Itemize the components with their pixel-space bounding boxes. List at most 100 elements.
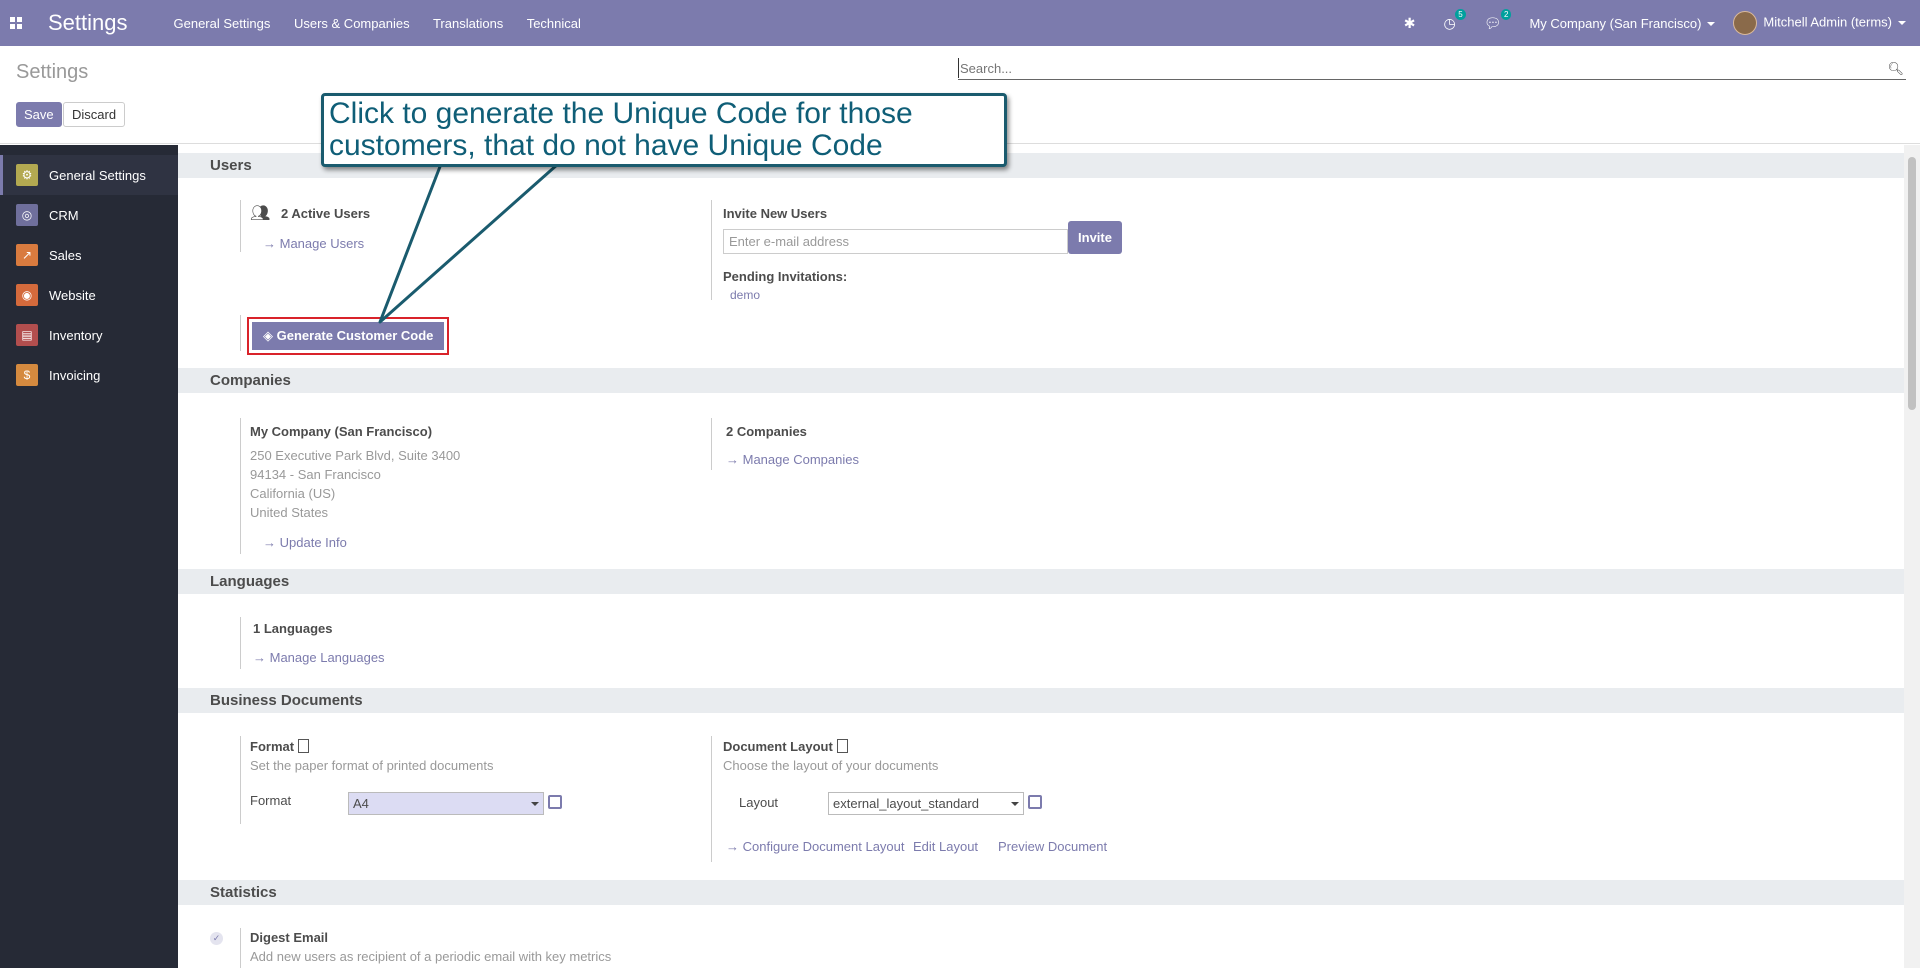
sidebar-item-inventory[interactable]: ▤ Inventory xyxy=(0,315,178,355)
pending-user-link[interactable]: demo xyxy=(730,288,760,302)
digest-box xyxy=(240,928,241,968)
invoice-icon: $ xyxy=(16,364,38,386)
messages-badge: 2 xyxy=(1501,8,1512,20)
callout-text-line: Click to generate the Unique Code for th… xyxy=(329,97,913,130)
company-name: My Company (San Francisco) xyxy=(250,424,433,439)
top-navbar: Settings General Settings Users & Compan… xyxy=(0,0,1920,46)
pending-invitations-title: Pending Invitations: xyxy=(723,269,848,284)
activity-badge: 5 xyxy=(1455,8,1466,20)
company-switcher[interactable]: My Company (San Francisco) xyxy=(1529,16,1716,31)
generate-customer-code-button[interactable]: ◈ Generate Customer Code xyxy=(252,322,445,350)
building-icon xyxy=(298,739,310,753)
company-box xyxy=(240,418,241,554)
app-title: Settings xyxy=(48,10,128,35)
avatar xyxy=(1733,11,1758,35)
format-title: Format xyxy=(250,739,310,754)
search-icon[interactable]: 🔍︎ xyxy=(1887,61,1904,77)
building-icon xyxy=(836,739,848,753)
users-icon: 👥︎ xyxy=(250,205,271,222)
languages-box xyxy=(240,617,241,669)
sidebar-item-sales[interactable]: ↗ Sales xyxy=(0,235,178,275)
layout-label: Layout xyxy=(739,795,779,810)
menu-users-companies[interactable]: Users & Companies xyxy=(294,16,410,31)
breadcrumb: Settings xyxy=(16,61,89,83)
discard-button[interactable]: Discard xyxy=(63,102,126,127)
languages-count: 1 Languages xyxy=(253,621,333,636)
save-button[interactable]: Save xyxy=(16,102,62,127)
top-menu: General Settings Users & Companies Trans… xyxy=(174,16,601,31)
section-business-documents-title: Business Documents xyxy=(178,688,1904,713)
arrow-right-icon: → xyxy=(263,535,276,550)
company-address-line: California (US) xyxy=(250,486,336,501)
company-address-line: United States xyxy=(250,505,329,520)
chart-icon: ↗ xyxy=(16,244,38,266)
format-box xyxy=(240,736,241,824)
manage-companies-link[interactable]: → Manage Companies xyxy=(726,452,859,467)
arrow-right-icon: → xyxy=(263,236,276,251)
manage-languages-link[interactable]: → Manage Languages xyxy=(253,650,385,665)
manage-users-link[interactable]: → Manage Users xyxy=(263,236,364,251)
companies-count: 2 Companies xyxy=(726,424,807,439)
settings-sidebar: ⚙ General Settings ◎ CRM ↗ Sales ◉ Websi… xyxy=(0,145,178,968)
apps-menu-icon[interactable] xyxy=(0,0,32,46)
layout-box xyxy=(711,736,712,862)
search-bar: 🔍︎ xyxy=(958,58,1906,80)
section-statistics-title: Statistics xyxy=(178,880,1904,905)
format-label: Format xyxy=(250,793,292,808)
external-link-icon[interactable] xyxy=(1028,795,1042,809)
chevron-down-icon xyxy=(1898,21,1906,25)
bug-icon[interactable]: ✱ xyxy=(1404,15,1416,32)
format-description: Set the paper format of printed document… xyxy=(250,758,494,773)
configure-document-layout-link[interactable]: → Configure Document Layout xyxy=(726,839,905,854)
callout-annotation: Click to generate the Unique Code for th… xyxy=(321,93,1007,167)
digest-title: Digest Email xyxy=(250,930,329,945)
digest-description: Add new users as recipient of a periodic… xyxy=(250,949,612,964)
globe-icon: ◉ xyxy=(16,284,38,306)
menu-translations[interactable]: Translations xyxy=(433,16,503,31)
sidebar-item-crm[interactable]: ◎ CRM xyxy=(0,195,178,235)
invite-button[interactable]: Invite xyxy=(1068,221,1122,254)
messages-icon[interactable]: 💬︎ 2 xyxy=(1484,8,1512,32)
chevron-down-icon xyxy=(531,802,539,806)
format-select[interactable]: A4 xyxy=(348,792,544,815)
cube-icon: ◈ xyxy=(263,328,273,343)
gear-icon: ⚙ xyxy=(16,164,38,186)
preview-document-link[interactable]: Preview Document xyxy=(998,839,1107,854)
edit-layout-link[interactable]: Edit Layout xyxy=(913,839,978,854)
invite-box xyxy=(711,200,712,300)
menu-technical[interactable]: Technical xyxy=(527,16,581,31)
companies-count-box xyxy=(711,418,712,470)
scrollbar[interactable] xyxy=(1904,145,1920,968)
invite-email-field[interactable]: Enter e-mail address xyxy=(723,229,1068,254)
invite-title: Invite New Users xyxy=(723,206,828,221)
callout-text-line: customers, that do not have Unique Code xyxy=(329,129,883,162)
section-companies-title: Companies xyxy=(178,368,1904,393)
chevron-down-icon xyxy=(1707,22,1716,27)
chevron-down-icon xyxy=(1011,802,1019,806)
layout-select[interactable]: external_layout_standard xyxy=(828,792,1024,815)
sidebar-item-website[interactable]: ◉ Website xyxy=(0,275,178,315)
handshake-icon: ◎ xyxy=(16,204,38,226)
company-address-line: 250 Executive Park Blvd, Suite 3400 xyxy=(250,448,461,463)
external-link-icon[interactable] xyxy=(548,795,562,809)
scrollbar-thumb[interactable] xyxy=(1908,157,1916,410)
layout-title: Document Layout xyxy=(723,739,848,754)
search-input[interactable] xyxy=(958,58,1858,78)
arrow-right-icon: → xyxy=(726,452,739,467)
active-users-count: 2 Active Users xyxy=(281,206,371,221)
sidebar-item-general-settings[interactable]: ⚙ General Settings xyxy=(0,155,178,195)
section-languages-title: Languages xyxy=(178,569,1904,594)
generate-highlight: ◈ Generate Customer Code xyxy=(247,317,450,355)
sidebar-item-invoicing[interactable]: $ Invoicing xyxy=(0,355,178,395)
layout-description: Choose the layout of your documents xyxy=(723,758,939,773)
company-address-line: 94134 - San Francisco xyxy=(250,467,381,482)
generate-box xyxy=(240,315,241,351)
menu-general-settings[interactable]: General Settings xyxy=(174,16,271,31)
digest-checkbox[interactable]: ✓ xyxy=(210,932,223,945)
user-menu[interactable]: Mitchell Admin (terms) xyxy=(1733,11,1906,35)
update-info-link[interactable]: → Update Info xyxy=(263,535,347,550)
arrow-right-icon: → xyxy=(726,839,739,854)
box-icon: ▤ xyxy=(16,324,38,346)
active-users-box xyxy=(240,200,241,252)
activity-clock-icon[interactable]: ◷ 5 xyxy=(1443,8,1466,32)
